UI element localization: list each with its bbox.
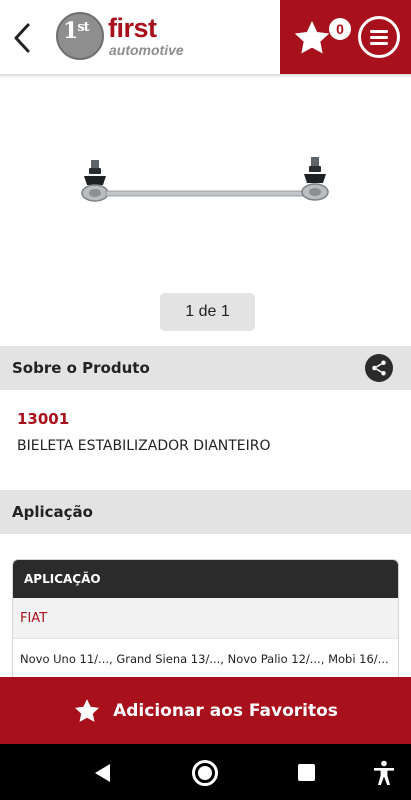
product-detail-screen: 1st first automotive 0 1 de 1 Sobre o Pr… bbox=[0, 0, 411, 800]
logo-brand-text: first bbox=[108, 13, 157, 43]
star-icon bbox=[294, 21, 330, 54]
application-table: APLICAÇÃO FIAT Novo Uno 11/..., Grand Si… bbox=[12, 559, 399, 679]
menu-button[interactable] bbox=[358, 16, 400, 58]
add-to-favorites-button[interactable]: Adicionar aos Favoritos bbox=[0, 677, 411, 744]
about-product-title: Sobre o Produto bbox=[12, 359, 150, 377]
share-button[interactable] bbox=[365, 354, 393, 382]
application-models: Novo Uno 11/..., Grand Siena 13/..., Nov… bbox=[13, 638, 398, 678]
accessibility-icon[interactable] bbox=[372, 760, 396, 786]
nav-back-icon[interactable] bbox=[92, 762, 114, 784]
header-divider bbox=[0, 74, 411, 78]
favorites-button[interactable]: 0 bbox=[292, 10, 351, 64]
about-product-section: Sobre o Produto bbox=[0, 346, 411, 390]
application-section: Aplicação bbox=[0, 490, 411, 534]
star-icon bbox=[75, 698, 100, 722]
header-actions: 0 bbox=[280, 0, 411, 74]
logo-tagline: automotive bbox=[109, 42, 184, 58]
system-navigation-bar bbox=[0, 744, 411, 800]
back-button[interactable] bbox=[6, 18, 38, 58]
product-name: BIELETA ESTABILIZADOR DIANTEIRO bbox=[17, 438, 271, 454]
nav-recents-icon[interactable] bbox=[298, 764, 315, 781]
add-to-favorites-label: Adicionar aos Favoritos bbox=[113, 700, 338, 721]
product-image[interactable] bbox=[70, 150, 340, 220]
app-header: 1st first automotive 0 bbox=[0, 0, 411, 78]
product-code: 13001 bbox=[17, 410, 70, 428]
share-icon bbox=[372, 360, 386, 376]
logo-mark: 1st bbox=[63, 18, 90, 44]
favorites-count-badge: 0 bbox=[329, 18, 351, 40]
application-title: Aplicação bbox=[12, 503, 93, 521]
hamburger-menu-icon bbox=[370, 29, 388, 45]
nav-home-icon[interactable] bbox=[192, 760, 218, 786]
application-brand[interactable]: FIAT bbox=[13, 598, 398, 638]
application-table-header: APLICAÇÃO bbox=[13, 560, 398, 598]
image-pager: 1 de 1 bbox=[160, 293, 255, 331]
chevron-left-icon bbox=[14, 23, 30, 53]
first-automotive-logo: 1st first automotive bbox=[56, 12, 186, 62]
